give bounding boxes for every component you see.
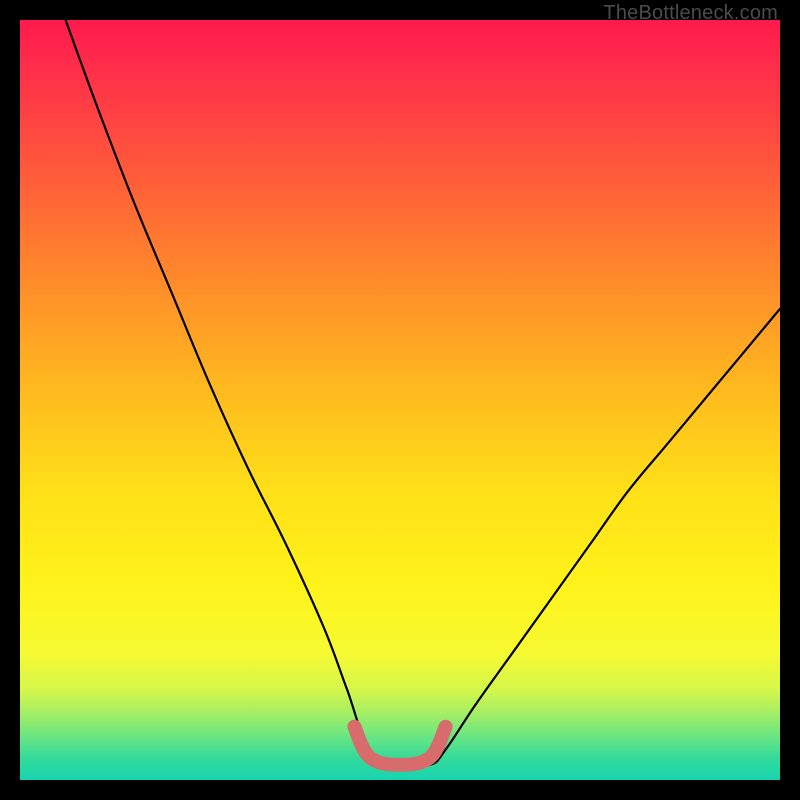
bottleneck-curve <box>66 20 780 767</box>
curve-overlay <box>20 20 780 780</box>
chart-frame: TheBottleneck.com <box>0 0 800 800</box>
optimal-band <box>354 727 445 765</box>
watermark-text: TheBottleneck.com <box>603 2 778 25</box>
